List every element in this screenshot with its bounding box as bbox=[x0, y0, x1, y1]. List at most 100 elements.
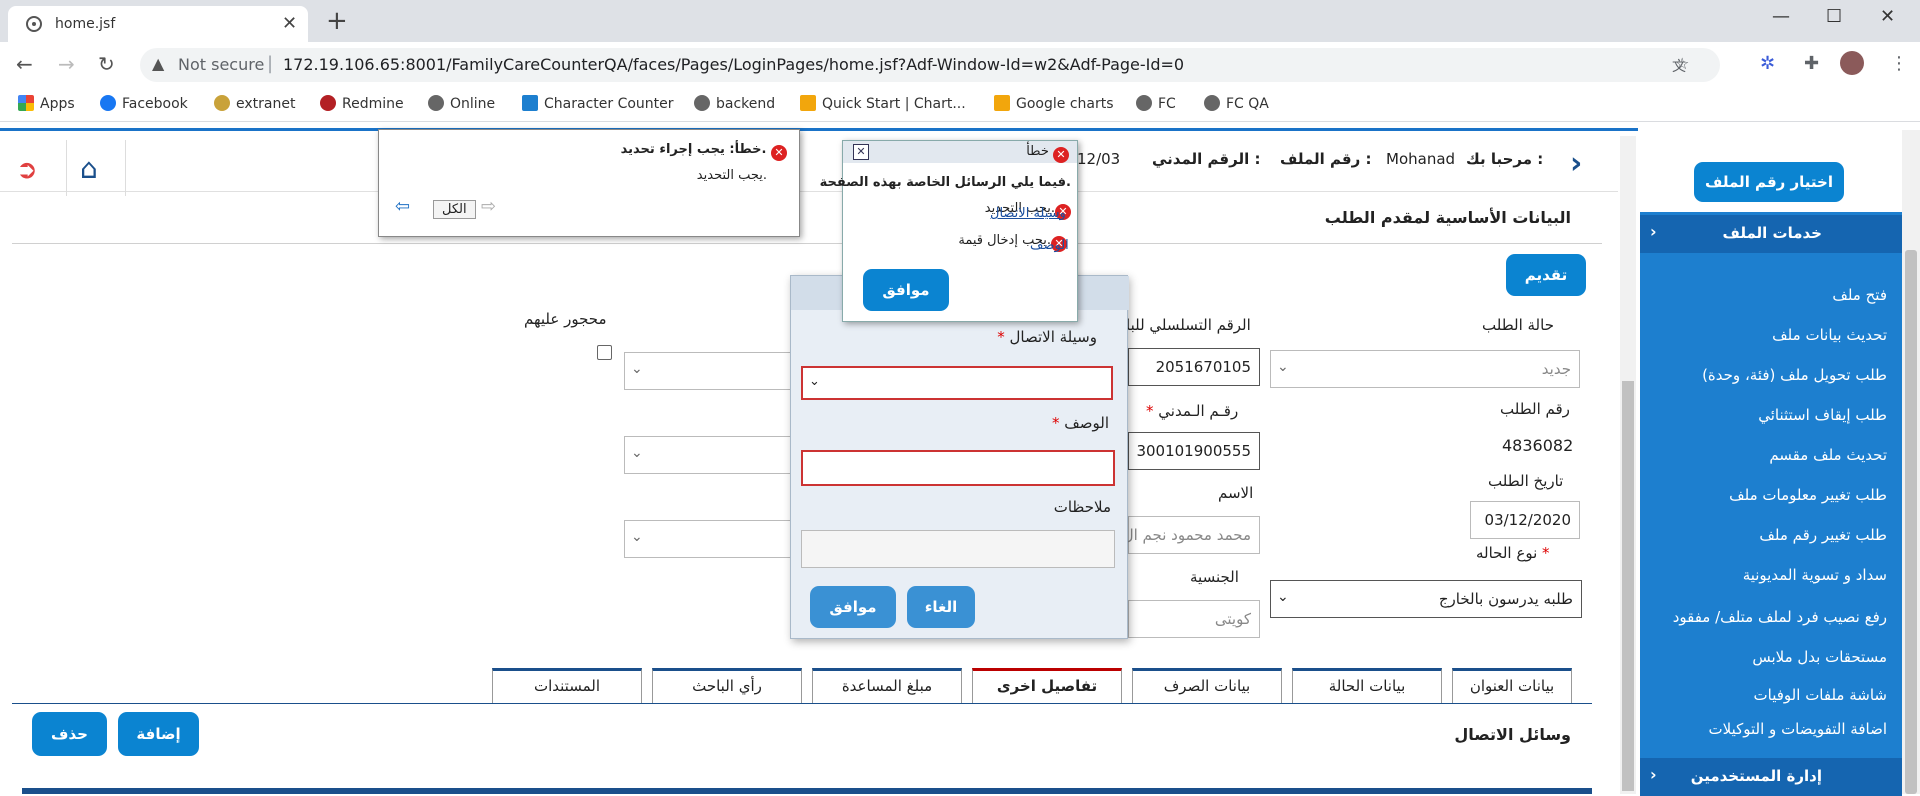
submit-button[interactable]: تقديم bbox=[1506, 254, 1586, 296]
name-field[interactable]: محمد محمود نجم ال bbox=[1123, 516, 1260, 554]
add-button[interactable]: إضافة bbox=[118, 712, 199, 756]
facebook-icon bbox=[100, 95, 116, 111]
choose-file-button[interactable]: اختيار رقم الملف bbox=[1694, 162, 1844, 202]
select-field-3[interactable]: ⌄ bbox=[624, 520, 794, 558]
all-button[interactable]: الكل bbox=[433, 200, 476, 219]
new-tab-icon[interactable]: + bbox=[326, 6, 348, 36]
serial-label: الرقم التسلسلي للبا bbox=[1126, 316, 1251, 334]
bookmark-quick-start[interactable]: Quick Start | Chart... bbox=[800, 95, 966, 112]
chevron-right-icon[interactable]: › bbox=[1570, 146, 1582, 181]
tab-documents[interactable]: المستندات bbox=[492, 668, 642, 703]
case-type-select[interactable]: ⌄ طلبه يدرسون بالخارج bbox=[1270, 580, 1582, 618]
extensions-icon[interactable]: ✚ bbox=[1804, 53, 1819, 74]
civil-no-label: الرقم المدني : bbox=[1152, 150, 1261, 168]
maximize-icon[interactable]: ☐ bbox=[1826, 6, 1842, 27]
chevron-down-icon: ⌄ bbox=[1277, 359, 1289, 375]
charts-icon bbox=[994, 95, 1010, 111]
error-ok-button[interactable]: موافق bbox=[863, 269, 949, 311]
browser-tab[interactable]: home.jsf ✕ bbox=[8, 6, 308, 42]
globe-icon bbox=[1204, 95, 1220, 111]
reload-icon[interactable]: ↻ bbox=[98, 52, 115, 76]
bookmark-fc[interactable]: FC bbox=[1136, 95, 1176, 112]
translate-icon[interactable]: 文 bbox=[1672, 56, 1686, 76]
sidebar-item[interactable]: رفع نصيب فرد لملف متلف/ مفقود bbox=[1673, 608, 1887, 626]
sidebar-item[interactable]: شاشة ملفات الوفيات bbox=[1754, 686, 1887, 704]
forward-icon[interactable]: → bbox=[58, 52, 75, 76]
tab-address[interactable]: بيانات العنوان bbox=[1452, 668, 1572, 703]
guardianship-checkbox[interactable] bbox=[597, 345, 612, 360]
request-date-field[interactable]: 03/12/2020 bbox=[1470, 501, 1580, 539]
menu-icon[interactable]: ⋮ bbox=[1890, 53, 1908, 74]
bookmark-fc-qa[interactable]: FC QA bbox=[1204, 95, 1269, 112]
civil-no-field-label: * رقـم الـمدني bbox=[1146, 402, 1239, 420]
address-bar[interactable]: ▲ Not secure | 172.19.106.65:8001/Family… bbox=[140, 48, 1720, 82]
bookmark-redmine[interactable]: Redmine bbox=[320, 95, 404, 112]
civil-no-field[interactable]: 300101900555 bbox=[1128, 432, 1260, 470]
request-status-select[interactable]: ⌄ جديد bbox=[1270, 350, 1580, 388]
character-counter-icon bbox=[522, 95, 538, 111]
close-window-icon[interactable]: ✕ bbox=[1880, 6, 1895, 27]
page-scrollbar[interactable] bbox=[1902, 130, 1920, 794]
bookmark-facebook[interactable]: Facebook bbox=[100, 95, 188, 112]
arrow-left-icon[interactable]: ⇦ bbox=[395, 196, 410, 217]
sidebar-item[interactable]: تحديث ملف مقسم bbox=[1769, 446, 1887, 464]
close-icon[interactable]: ✕ bbox=[853, 144, 869, 160]
back-icon[interactable]: ← bbox=[16, 52, 33, 76]
dialog-ok-button[interactable]: موافق bbox=[810, 586, 896, 628]
sidebar-item[interactable]: تحديث بيانات ملف bbox=[1772, 326, 1887, 344]
tab-aid-amount[interactable]: مبلغ المساعدة bbox=[812, 668, 962, 703]
select-field-1[interactable]: ⌄ bbox=[624, 352, 794, 390]
minimize-icon[interactable]: — bbox=[1772, 6, 1790, 27]
sidebar-item[interactable]: مستحقات بدل ملابس bbox=[1752, 648, 1887, 666]
contact-select[interactable]: ⌄ bbox=[801, 366, 1113, 400]
bookmark-apps[interactable]: Apps bbox=[18, 95, 75, 112]
nationality-field[interactable]: كويتى bbox=[1128, 600, 1260, 638]
error-link-description[interactable]: الوصف bbox=[1030, 238, 1069, 253]
bookmark-extranet[interactable]: extranet bbox=[214, 95, 295, 112]
section-title-applicant: البيانات الأساسية لمقدم الطلب bbox=[1324, 208, 1571, 227]
notes-input[interactable] bbox=[801, 530, 1115, 568]
extension-flower-icon[interactable]: ✲ bbox=[1760, 53, 1775, 74]
sidebar-item[interactable]: طلب إيقاف استثنائي bbox=[1758, 406, 1887, 424]
logout-icon[interactable]: ➲ bbox=[16, 155, 38, 185]
section-title-contacts: وسائل الاتصال bbox=[1454, 725, 1571, 744]
sidebar-section-file-services[interactable]: › خدمات الملف bbox=[1640, 215, 1902, 253]
select-field-2[interactable]: ⌄ bbox=[624, 436, 794, 474]
sidebar-item[interactable]: سداد و تسوية المديونية bbox=[1743, 566, 1887, 584]
main-scrollbar[interactable] bbox=[1620, 136, 1636, 794]
bookmark-backend[interactable]: backend bbox=[694, 95, 775, 112]
sidebar-section-user-management[interactable]: › إدارة المستخدمين bbox=[1640, 758, 1902, 796]
request-status-label: حالة الطلب bbox=[1482, 316, 1554, 334]
delete-button[interactable]: حذف bbox=[32, 712, 107, 756]
error-messages-popup: ✕ خطأ ✕ فيما يلي الرسائل الخاصة بهذه الص… bbox=[820, 140, 1078, 322]
home-icon[interactable]: ⌂ bbox=[80, 152, 98, 185]
url-text[interactable]: 172.19.106.65:8001/FamilyCareCounterQA/f… bbox=[283, 55, 1184, 74]
cancel-button[interactable]: الغاء bbox=[907, 586, 975, 628]
tab-disbursement[interactable]: بيانات الصرف bbox=[1132, 668, 1282, 703]
contact-dialog: * وسيلة الاتصال ⌄ * الوصف ملاحظات الغاء … bbox=[790, 275, 1129, 639]
chevron-icon: › bbox=[1650, 222, 1657, 241]
request-no-label: رقم الطلب bbox=[1500, 400, 1570, 418]
bookmark-google-charts[interactable]: Google charts bbox=[994, 95, 1114, 112]
popup-left-title: خطأ: يجب إجراء تحديد. ✕ bbox=[621, 142, 787, 161]
desc-input[interactable] bbox=[801, 450, 1115, 486]
tab-case[interactable]: بيانات الحالة bbox=[1292, 668, 1442, 703]
sidebar-item[interactable]: طلب تحويل ملف (فئة، وحدة) bbox=[1702, 366, 1887, 384]
sidebar-item[interactable]: طلب تغيير رقم ملف bbox=[1759, 526, 1887, 544]
tab-other-details[interactable]: تفاصيل اخرى bbox=[972, 668, 1122, 703]
error-title: خطأ ✕ bbox=[1026, 144, 1069, 163]
globe-icon bbox=[1136, 95, 1152, 111]
contacts-table-header bbox=[22, 788, 1592, 794]
arrow-right-icon[interactable]: ⇨ bbox=[481, 196, 496, 217]
serial-field[interactable]: 2051670105 bbox=[1128, 348, 1260, 386]
bookmark-online[interactable]: Online bbox=[428, 95, 495, 112]
tab-researcher-opinion[interactable]: رأي الباحث bbox=[652, 668, 802, 703]
sidebar-item[interactable]: طلب تغيير معلومات ملف bbox=[1729, 486, 1887, 504]
close-tab-icon[interactable]: ✕ bbox=[282, 13, 297, 34]
avatar[interactable] bbox=[1840, 51, 1864, 75]
error-link-contact-method[interactable]: وسيلة الاتصال bbox=[990, 206, 1066, 221]
bookmark-character-counter[interactable]: Character Counter bbox=[522, 95, 674, 112]
warning-icon: ▲ bbox=[152, 54, 165, 73]
sidebar-item[interactable]: فتح ملف bbox=[1832, 286, 1887, 304]
sidebar-item[interactable]: اضافة التفويضات و التوكيلات bbox=[1709, 720, 1887, 738]
